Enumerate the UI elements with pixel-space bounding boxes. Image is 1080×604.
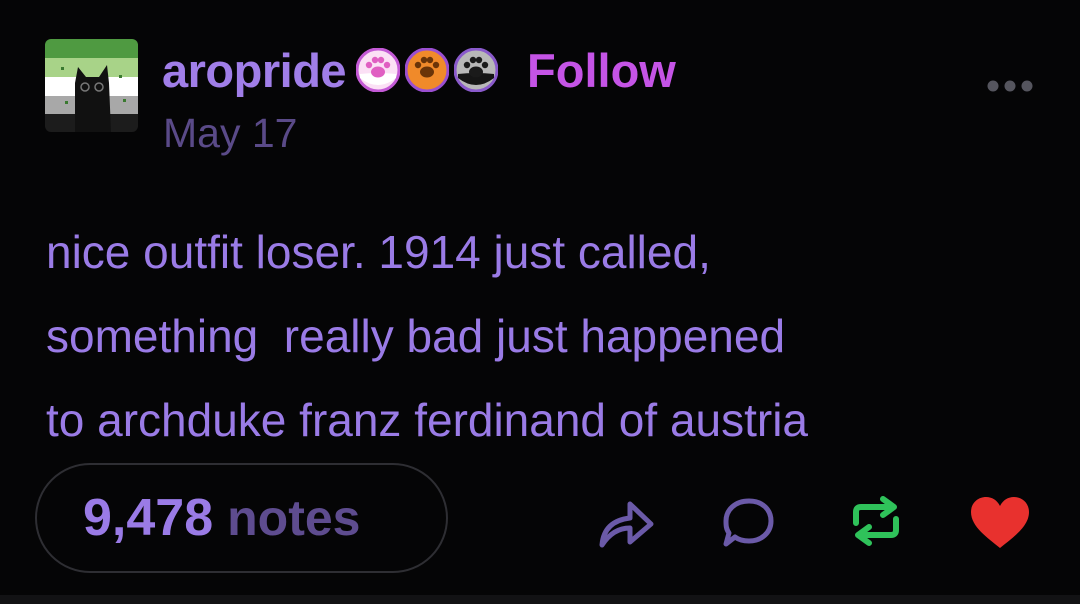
notes-count: 9,478	[83, 489, 214, 547]
post-body-line: to archduke franz ferdinand of austria	[46, 394, 809, 446]
post-body-line: something really bad just happened	[46, 310, 786, 362]
post-date[interactable]: May 17	[163, 110, 297, 157]
speech-bubble-icon[interactable]	[721, 495, 776, 550]
share-arrow-icon[interactable]	[597, 497, 655, 549]
avatar[interactable]	[45, 39, 138, 132]
heart-icon[interactable]	[968, 495, 1032, 550]
post-header: aropride Follow	[162, 40, 676, 100]
follow-button[interactable]: Follow	[527, 43, 676, 98]
notes-button[interactable]: 9,478 notes	[35, 463, 448, 573]
more-options-icon[interactable]	[985, 76, 1035, 96]
divider	[0, 595, 1080, 604]
paw-icon-pink[interactable]	[356, 48, 401, 92]
username[interactable]: aropride	[162, 43, 347, 98]
post-body-line: nice outfit loser. 1914 just called,	[46, 226, 711, 278]
paw-icon-gray[interactable]	[454, 48, 499, 92]
post-body: nice outfit loser. 1914 just called, som…	[46, 210, 1056, 462]
badge-group	[356, 48, 503, 92]
reblog-icon[interactable]	[848, 495, 904, 547]
notes-label: notes	[227, 490, 361, 546]
paw-icon-orange[interactable]	[405, 48, 450, 92]
post-card: aropride Follow May 17 nice outfit loser…	[0, 0, 1080, 604]
